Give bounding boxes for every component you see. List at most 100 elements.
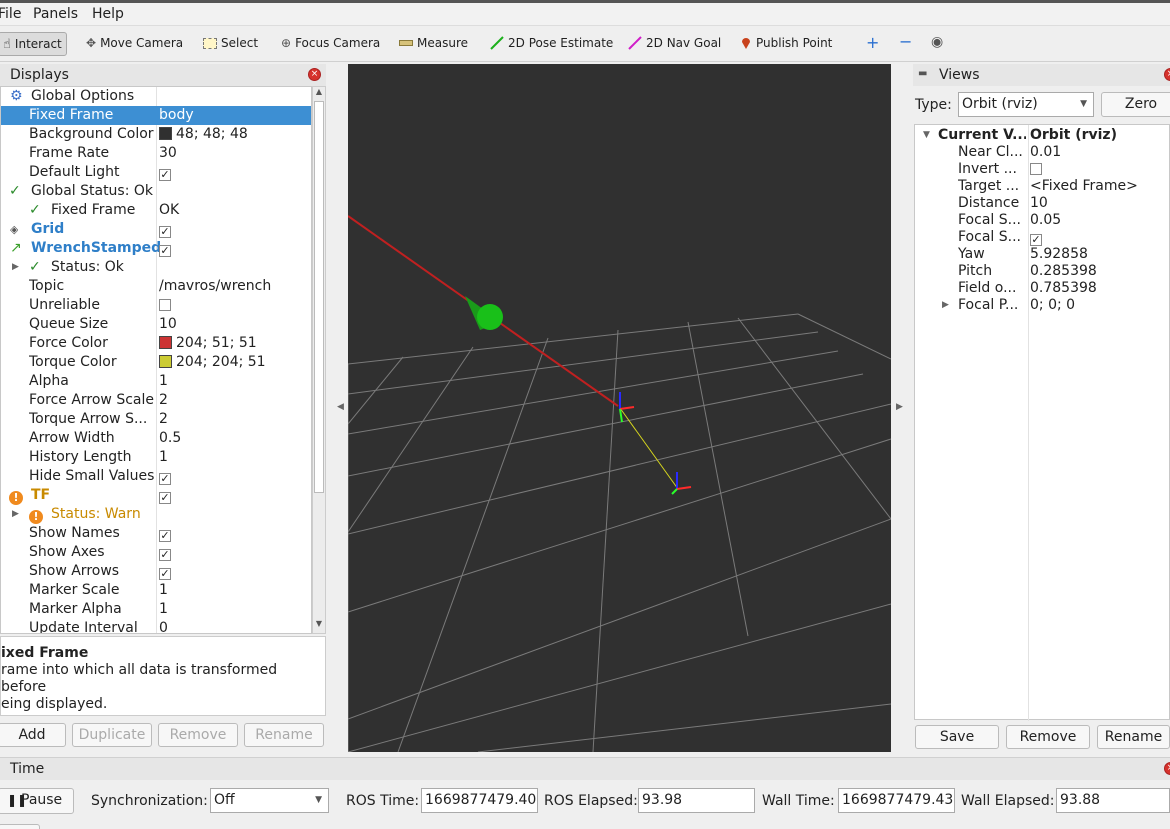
tree-row-arrow-width[interactable]: Arrow Width 0.5 [1, 429, 311, 448]
collapse-right-icon[interactable]: ▶ [896, 402, 903, 412]
expand-arrow-icon[interactable]: ▶ [942, 297, 949, 314]
measure-tool[interactable]: Measure [399, 36, 468, 50]
close-icon[interactable]: × [1164, 762, 1170, 775]
tree-row-force-color[interactable]: Force Color 204; 51; 51 [1, 334, 311, 353]
tree-row-alpha[interactable]: Alpha 1 [1, 372, 311, 391]
remove-view-button[interactable]: Remove [1006, 725, 1090, 749]
row-value[interactable]: 2 [159, 391, 168, 410]
focus-camera-tool[interactable]: ⊕ Focus Camera [281, 36, 380, 50]
zero-button[interactable]: Zero [1101, 92, 1170, 117]
reset-button[interactable] [0, 824, 40, 829]
tree-row-unreliable[interactable]: Unreliable [1, 296, 311, 315]
move-camera-tool[interactable]: ✥ Move Camera [86, 36, 183, 50]
tree-row-wrenchstamped[interactable]: ↗ WrenchStamped ✓ [1, 239, 311, 258]
tree-row-global-status[interactable]: ✓ Global Status: Ok [1, 182, 311, 201]
view-row-yaw[interactable]: Yaw 5.92858 [915, 246, 1170, 263]
collapse-left-icon[interactable]: ◀ [337, 402, 344, 412]
view-row-near-clip[interactable]: Near Cl... 0.01 [915, 144, 1170, 161]
duplicate-button[interactable]: Duplicate [72, 723, 152, 747]
view-row-field-of-view[interactable]: Field o... 0.785398 [915, 280, 1170, 297]
remove-tool-icon[interactable]: − [899, 32, 912, 51]
eye-icon[interactable]: ◉ [931, 34, 943, 50]
checkbox-checked[interactable]: ✓ [1030, 234, 1042, 246]
checkbox-checked[interactable]: ✓ [159, 492, 171, 504]
menu-panels[interactable]: Panels [33, 6, 78, 22]
interact-tool[interactable]: ☝ Interact [0, 32, 67, 56]
checkbox-checked[interactable]: ✓ [159, 530, 171, 542]
row-value[interactable]: 1 [159, 600, 168, 619]
checkbox-checked[interactable]: ✓ [159, 568, 171, 580]
add-tool-icon[interactable]: + [866, 33, 879, 52]
rename-view-button[interactable]: Rename [1097, 725, 1170, 749]
row-value[interactable]: 10 [1030, 195, 1048, 212]
tree-row-marker-scale[interactable]: Marker Scale 1 [1, 581, 311, 600]
row-value[interactable]: 0.01 [1030, 144, 1061, 161]
scroll-down-icon[interactable]: ▼ [313, 619, 325, 633]
row-value[interactable]: 1 [159, 372, 168, 391]
scroll-up-icon[interactable]: ▲ [313, 87, 325, 101]
row-value[interactable]: 2 [159, 410, 168, 429]
tree-row-history-length[interactable]: History Length 1 [1, 448, 311, 467]
checkbox-checked[interactable]: ✓ [159, 549, 171, 561]
checkbox-unchecked[interactable] [1030, 163, 1042, 175]
row-value[interactable]: 0 [159, 619, 168, 633]
pause-button[interactable]: ❚❚ Pause [0, 788, 74, 814]
tree-row-topic[interactable]: Topic /mavros/wrench [1, 277, 311, 296]
row-value[interactable]: 204; 204; 51 [176, 354, 266, 370]
nav-goal-tool[interactable]: 2D Nav Goal [628, 36, 721, 50]
tree-row-wrench-status[interactable]: ▶ ✓ Status: Ok [1, 258, 311, 277]
view-row-focal-shape-size[interactable]: Focal S... 0.05 [915, 212, 1170, 229]
tree-row-torque-arrow-scale[interactable]: Torque Arrow S... 2 [1, 410, 311, 429]
tree-row-grid[interactable]: ◈ Grid ✓ [1, 220, 311, 239]
row-value[interactable]: 0.785398 [1030, 280, 1097, 297]
menu-help[interactable]: Help [92, 6, 124, 22]
displays-scrollbar[interactable]: ▲ ▼ [312, 86, 326, 634]
view-row-invert[interactable]: Invert ... [915, 161, 1170, 178]
tree-row-fixed-frame-status[interactable]: ✓ Fixed Frame OK [1, 201, 311, 220]
tree-row-global-options[interactable]: ⚙ Global Options [1, 87, 311, 106]
tree-row-default-light[interactable]: Default Light ✓ [1, 163, 311, 182]
view-row-distance[interactable]: Distance 10 [915, 195, 1170, 212]
row-value[interactable]: 48; 48; 48 [176, 126, 248, 142]
view-row-focal-point[interactable]: ▶ Focal P... 0; 0; 0 [915, 297, 1170, 314]
row-value[interactable]: 204; 51; 51 [176, 335, 257, 351]
view-type-select[interactable]: Orbit (rviz) ▼ [958, 92, 1094, 117]
collapse-arrow-icon[interactable]: ▼ [923, 127, 930, 144]
rename-button[interactable]: Rename [244, 723, 324, 747]
3d-viewport[interactable] [348, 64, 891, 752]
add-button[interactable]: Add [0, 723, 66, 747]
ros-time-field[interactable]: 1669877479.40 [421, 788, 538, 813]
row-value[interactable]: 10 [159, 315, 177, 334]
row-value[interactable]: 30 [159, 144, 177, 163]
tree-row-show-arrows[interactable]: Show Arrows ✓ [1, 562, 311, 581]
tree-row-tf-status[interactable]: ▶ ! Status: Warn [1, 505, 311, 524]
tree-row-background-color[interactable]: Background Color 48; 48; 48 [1, 125, 311, 144]
checkbox-unchecked[interactable] [159, 299, 171, 311]
remove-button[interactable]: Remove [158, 723, 238, 747]
publish-point-tool[interactable]: Publish Point [740, 36, 832, 50]
row-value[interactable]: 0.285398 [1030, 263, 1097, 280]
select-tool[interactable]: Select [203, 36, 258, 50]
tree-row-hide-small-values[interactable]: Hide Small Values ✓ [1, 467, 311, 486]
row-value[interactable]: 0.05 [1030, 212, 1061, 229]
view-row-target-frame[interactable]: Target ... <Fixed Frame> [915, 178, 1170, 195]
tree-row-show-axes[interactable]: Show Axes ✓ [1, 543, 311, 562]
checkbox-checked[interactable]: ✓ [159, 245, 171, 257]
tree-row-update-interval[interactable]: Update Interval 0 [1, 619, 311, 633]
close-icon[interactable]: × [1164, 68, 1170, 81]
tree-row-force-arrow-scale[interactable]: Force Arrow Scale 2 [1, 391, 311, 410]
row-value[interactable]: 1 [159, 448, 168, 467]
ros-elapsed-field[interactable]: 93.98 [638, 788, 755, 813]
row-value[interactable]: 0.5 [159, 429, 181, 448]
tree-row-queue-size[interactable]: Queue Size 10 [1, 315, 311, 334]
save-view-button[interactable]: Save [915, 725, 999, 749]
wall-elapsed-field[interactable]: 93.88 [1056, 788, 1170, 813]
row-value[interactable]: 1 [159, 581, 168, 600]
pose-estimate-tool[interactable]: 2D Pose Estimate [490, 36, 613, 50]
row-value[interactable]: 0; 0; 0 [1030, 297, 1075, 314]
row-value[interactable]: body [159, 106, 194, 125]
checkbox-checked[interactable]: ✓ [159, 169, 171, 181]
row-value[interactable]: <Fixed Frame> [1030, 178, 1138, 195]
expand-arrow-icon[interactable]: ▶ [12, 258, 19, 277]
tree-row-show-names[interactable]: Show Names ✓ [1, 524, 311, 543]
